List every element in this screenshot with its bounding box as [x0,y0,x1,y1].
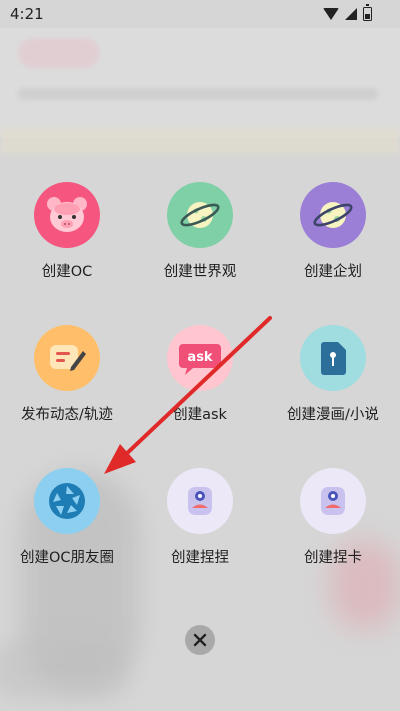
bg-band [0,128,400,154]
menu-publish-post[interactable]: 发布动态/轨迹 [0,325,142,424]
close-icon [193,633,207,647]
menu-label: 创建世界观 [163,264,237,280]
menu-create-oc-moments[interactable]: 创建OC朋友圈 [0,468,142,567]
planet-icon [167,182,233,248]
menu-create-comic-novel[interactable]: 创建漫画/小说 [258,325,400,424]
status-bar: 4:21 [0,0,400,28]
bg-pill [18,38,100,68]
ask-badge-text: ask [187,350,213,365]
pig-face-icon [34,182,100,248]
menu-create-oc[interactable]: 创建OC [0,182,142,281]
menu-label: 创建ask [173,407,227,423]
bg-character-blur [0,640,130,700]
menu-create-nie-card[interactable]: 创建捏卡 [258,468,400,567]
signal-icon [345,8,357,20]
close-button[interactable] [185,625,215,655]
menu-create-project[interactable]: 创建企划 [258,182,400,281]
robot-face-icon [167,468,233,534]
planet-icon [300,182,366,248]
sd-card-icon [300,325,366,391]
status-icons [323,4,372,21]
menu-label: 创建企划 [304,264,362,280]
menu-label: 创建漫画/小说 [287,407,379,423]
menu-label: 创建OC [41,264,93,280]
ask-bubble-icon: ask [167,325,233,391]
bg-row [18,88,378,100]
menu-label: 创建捏卡 [304,550,362,566]
menu-label: 创建捏捏 [171,550,229,566]
menu-label: 创建OC朋友圈 [19,550,115,566]
menu-create-worldview[interactable]: 创建世界观 [125,182,275,281]
battery-icon [363,4,372,21]
menu-label: 发布动态/轨迹 [21,407,113,423]
wifi-icon [323,8,339,20]
robot-face-icon [300,468,366,534]
menu-create-ask[interactable]: ask 创建ask [125,325,275,424]
edit-note-icon [34,325,100,391]
camera-aperture-icon [34,468,100,534]
menu-create-nie[interactable]: 创建捏捏 [125,468,275,567]
status-time: 4:21 [10,5,44,23]
